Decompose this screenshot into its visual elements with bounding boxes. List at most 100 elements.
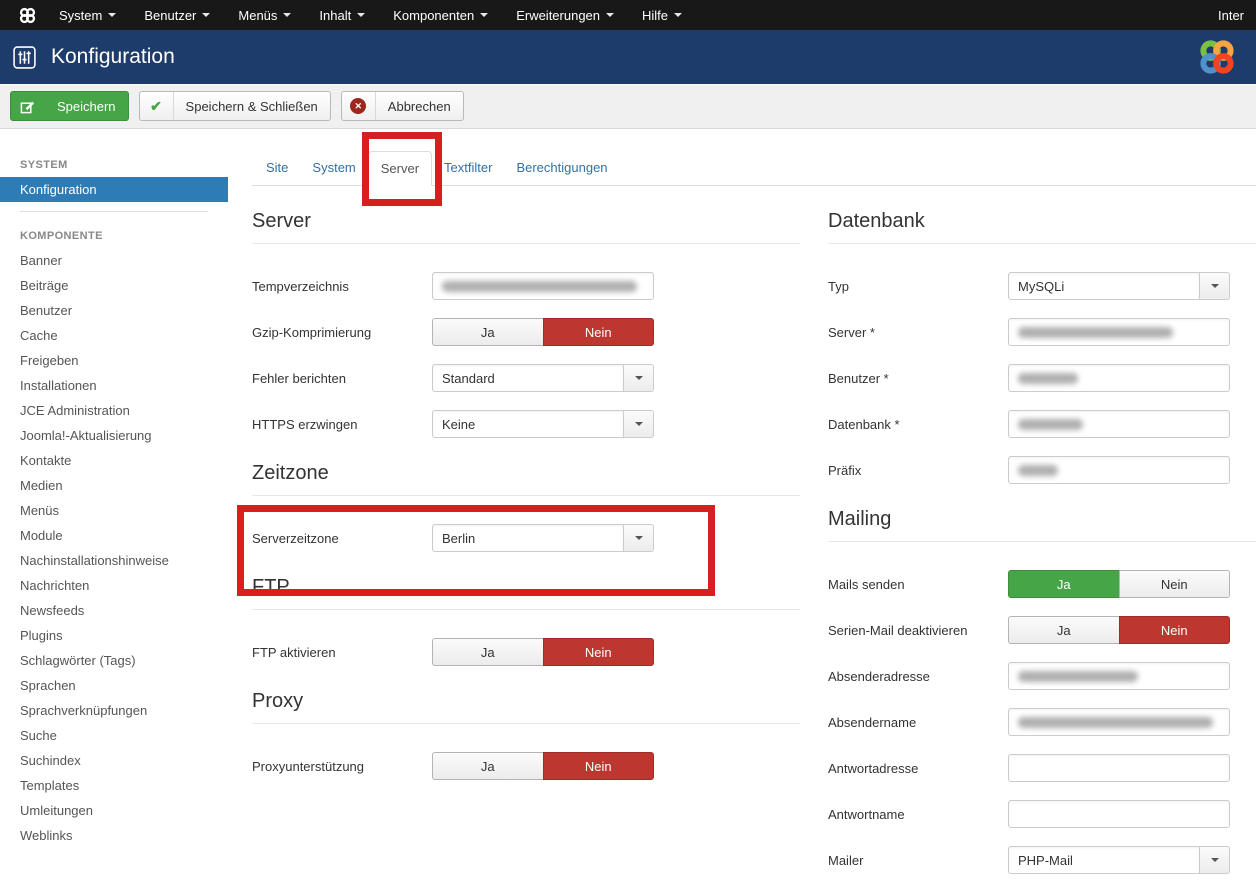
sidebar-item-benutzer[interactable]: Benutzer (0, 298, 228, 323)
save-close-button[interactable]: ✔Speichern & Schließen (139, 91, 331, 121)
section-fields: FTP aktivierenJaNein (252, 610, 800, 666)
absenderadresse-input[interactable] (1008, 662, 1230, 690)
datenbank-input[interactable] (1008, 410, 1230, 438)
sidebar-item-konfiguration[interactable]: Konfiguration (0, 177, 228, 202)
benutzer-input[interactable] (1008, 364, 1230, 392)
section-fields: TempverzeichnisGzip-KomprimierungJaNeinF… (252, 244, 800, 438)
tab-server[interactable]: Server (368, 151, 432, 186)
menu-benutzer[interactable]: Benutzer (130, 0, 224, 30)
sidebar-item-medien[interactable]: Medien (0, 473, 228, 498)
sidebar-item-newsfeeds[interactable]: Newsfeeds (0, 598, 228, 623)
select-caret-button[interactable] (1200, 846, 1230, 874)
antwortname-input[interactable] (1008, 800, 1230, 828)
tab-textfilter[interactable]: Textfilter (432, 151, 504, 186)
tempverzeichnis-input[interactable] (432, 272, 654, 300)
sidebar-item-module[interactable]: Module (0, 523, 228, 548)
fehler-berichten-select: Standard (432, 364, 654, 392)
serien-mail-deaktivieren-option-ja[interactable]: Ja (1008, 616, 1119, 644)
section-fields: TypMySQLiServer *Benutzer *Datenbank *Pr… (828, 244, 1256, 484)
sidebar-item-suchindex[interactable]: Suchindex (0, 748, 228, 773)
sliders-icon (12, 45, 37, 70)
select-value[interactable]: Berlin (432, 524, 624, 552)
sidebar-item-jce-administration[interactable]: JCE Administration (0, 398, 228, 423)
menu-hilfe[interactable]: Hilfe (628, 0, 696, 30)
sidebar-item-suche[interactable]: Suche (0, 723, 228, 748)
menu-label: Benutzer (144, 8, 196, 23)
menu-komponenten[interactable]: Komponenten (379, 0, 502, 30)
form-row: Datenbank * (828, 410, 1256, 438)
field-label: Proxyunterstützung (252, 759, 432, 774)
select-value[interactable]: PHP-Mail (1008, 846, 1200, 874)
form-row: FTP aktivierenJaNein (252, 638, 800, 666)
select-caret-button[interactable] (1200, 272, 1230, 300)
sidebar: SYSTEMKonfigurationKOMPONENTEBannerBeitr… (0, 129, 228, 892)
ftp-aktivieren-option-ja[interactable]: Ja (432, 638, 543, 666)
sidebar-item-weblinks[interactable]: Weblinks (0, 823, 228, 848)
sidebar-item-sprachen[interactable]: Sprachen (0, 673, 228, 698)
mails-senden-option-nein[interactable]: Nein (1119, 570, 1231, 598)
redacted-value (1018, 419, 1083, 430)
sidebar-item-installationen[interactable]: Installationen (0, 373, 228, 398)
form-row: Antwortname (828, 800, 1256, 828)
menu-system[interactable]: System (45, 0, 130, 30)
prafix-input[interactable] (1008, 456, 1230, 484)
chevron-down-icon (674, 13, 682, 17)
sidebar-item-beitrage[interactable]: Beiträge (0, 273, 228, 298)
serien-mail-deaktivieren-option-nein[interactable]: Nein (1119, 616, 1231, 644)
serien-mail-deaktivieren-toggle: JaNein (1008, 616, 1230, 644)
sidebar-item-umleitungen[interactable]: Umleitungen (0, 798, 228, 823)
sidebar-item-templates[interactable]: Templates (0, 773, 228, 798)
menu-label: Komponenten (393, 8, 474, 23)
select-caret-button[interactable] (624, 364, 654, 392)
check-icon: ✔ (150, 98, 162, 115)
menu-label: Inhalt (319, 8, 351, 23)
server-input[interactable] (1008, 318, 1230, 346)
antwortadresse-input[interactable] (1008, 754, 1230, 782)
proxyunterstutzung-option-ja[interactable]: Ja (432, 752, 543, 780)
form-row: HTTPS erzwingenKeine (252, 410, 800, 438)
sidebar-item-freigeben[interactable]: Freigeben (0, 348, 228, 373)
tab-bar: SiteSystemServerTextfilterBerechtigungen (252, 151, 1256, 186)
proxyunterstutzung-option-nein[interactable]: Nein (543, 752, 655, 780)
absendername-input[interactable] (1008, 708, 1230, 736)
ftp-aktivieren-option-nein[interactable]: Nein (543, 638, 655, 666)
mails-senden-option-ja[interactable]: Ja (1008, 570, 1119, 598)
sidebar-item-cache[interactable]: Cache (0, 323, 228, 348)
menu-inhalt[interactable]: Inhalt (305, 0, 379, 30)
joomla-color-logo (1196, 37, 1238, 77)
cancel-button[interactable]: ✕Abbrechen (341, 91, 464, 121)
sidebar-item-nachinstallationshinweise[interactable]: Nachinstallationshinweise (0, 548, 228, 573)
sidebar-item-joomla-aktualisierung[interactable]: Joomla!-Aktualisierung (0, 423, 228, 448)
form-row: Fehler berichtenStandard (252, 364, 800, 392)
sidebar-item-sprachverknupfungen[interactable]: Sprachverknüpfungen (0, 698, 228, 723)
menu-erweiterungen[interactable]: Erweiterungen (502, 0, 628, 30)
field-label: FTP aktivieren (252, 645, 432, 660)
menu-menus[interactable]: Menüs (224, 0, 305, 30)
menu-label: Hilfe (642, 8, 668, 23)
sidebar-item-plugins[interactable]: Plugins (0, 623, 228, 648)
form-row: Absendername (828, 708, 1256, 736)
caret-down-icon (1211, 284, 1219, 288)
field-label: Server * (828, 325, 1008, 340)
gzip-komprimierung-option-ja[interactable]: Ja (432, 318, 543, 346)
sidebar-item-nachrichten[interactable]: Nachrichten (0, 573, 228, 598)
field-label: Antwortadresse (828, 761, 1008, 776)
sidebar-item-schlagworter-tags[interactable]: Schlagwörter (Tags) (0, 648, 228, 673)
save-button[interactable]: Speichern (10, 91, 129, 121)
field-label: Typ (828, 279, 1008, 294)
button-icon-wrap (11, 92, 45, 120)
joomla-icon (10, 6, 45, 25)
sidebar-item-banner[interactable]: Banner (0, 248, 228, 273)
tab-site[interactable]: Site (254, 151, 300, 186)
sidebar-item-kontakte[interactable]: Kontakte (0, 448, 228, 473)
gzip-komprimierung-option-nein[interactable]: Nein (543, 318, 655, 346)
sidebar-item-menus[interactable]: Menüs (0, 498, 228, 523)
tab-system[interactable]: System (300, 151, 367, 186)
select-value[interactable]: Standard (432, 364, 624, 392)
select-value[interactable]: Keine (432, 410, 624, 438)
select-caret-button[interactable] (624, 524, 654, 552)
select-caret-button[interactable] (624, 410, 654, 438)
tab-berechtigungen[interactable]: Berechtigungen (504, 151, 619, 186)
form-row: ServerzeitzoneBerlin (252, 524, 800, 552)
select-value[interactable]: MySQLi (1008, 272, 1200, 300)
